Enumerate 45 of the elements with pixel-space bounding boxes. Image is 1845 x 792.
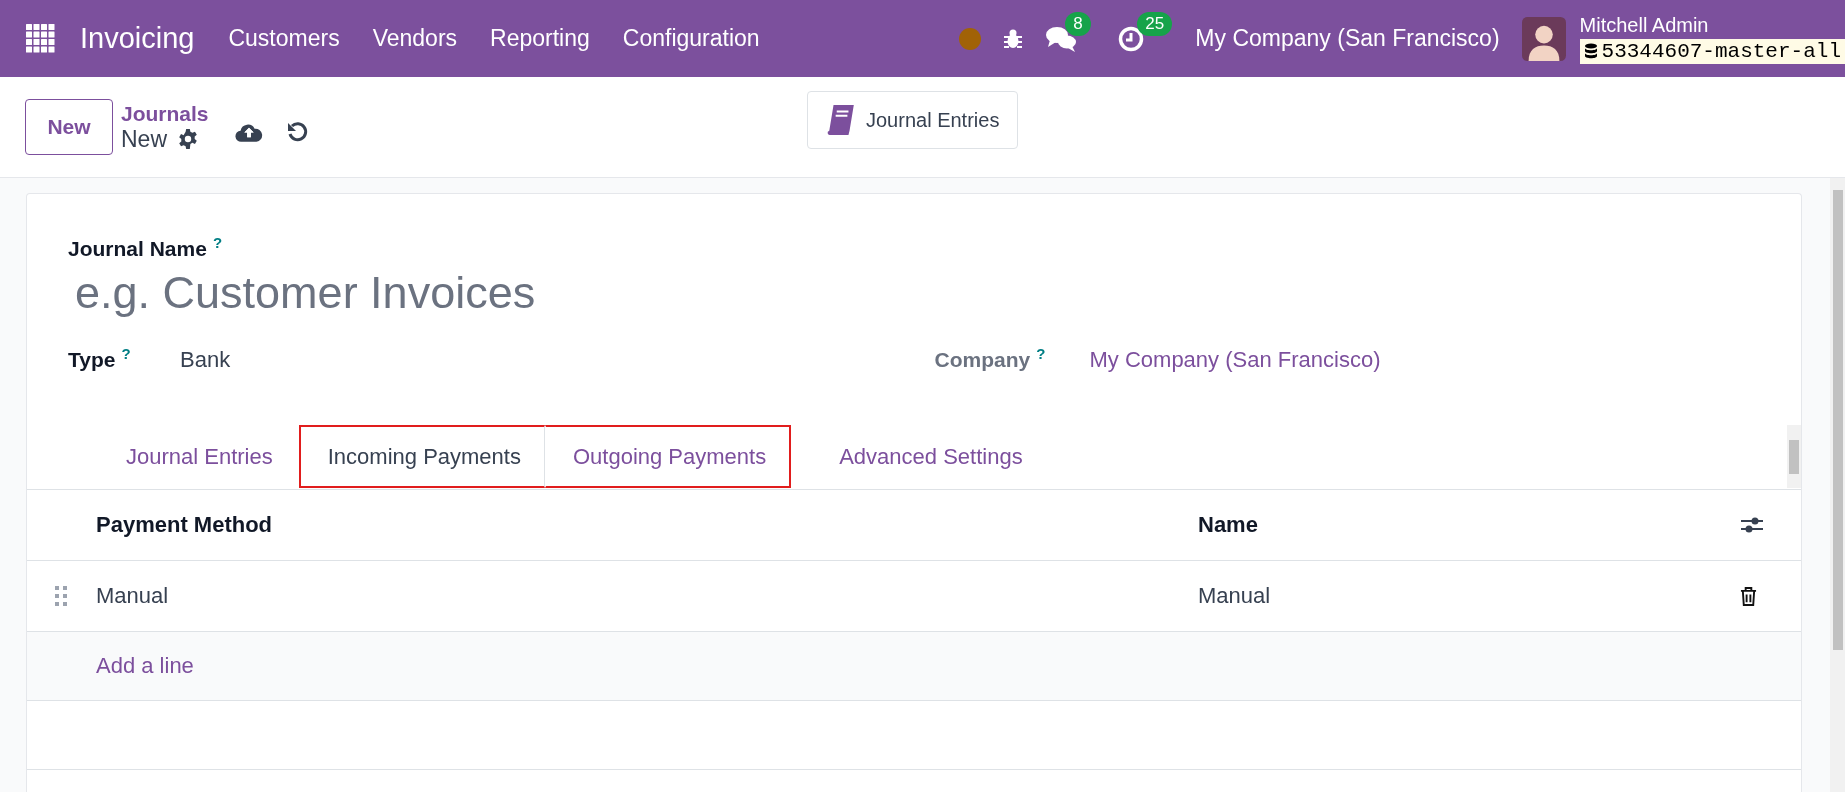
- user-avatar[interactable]: [1521, 16, 1566, 61]
- record-title: New: [121, 125, 167, 153]
- journal-entries-button[interactable]: Journal Entries: [807, 91, 1019, 149]
- company-link[interactable]: My Company (San Francisco): [1089, 347, 1381, 373]
- help-tooltip[interactable]: ?: [121, 345, 131, 362]
- database-icon: [1583, 43, 1598, 59]
- menu-item[interactable]: Reporting: [490, 25, 590, 52]
- app-name[interactable]: Invoicing: [80, 22, 195, 55]
- notebook-tab[interactable]: Incoming Payments: [298, 425, 545, 488]
- new-button[interactable]: New: [25, 99, 113, 155]
- field-label: Journal Name: [68, 237, 207, 260]
- trash-icon[interactable]: [1740, 586, 1757, 606]
- clock-icon[interactable]: [1117, 24, 1146, 53]
- company-switcher[interactable]: My Company (San Francisco): [1195, 25, 1500, 52]
- notebook-tab[interactable]: Advanced Settings: [811, 425, 1047, 488]
- book-icon: [826, 104, 856, 136]
- settings-icon[interactable]: [177, 128, 199, 150]
- notebook-tab[interactable]: Outgoing Payments: [544, 425, 792, 488]
- breadcrumb-link[interactable]: Journals: [121, 101, 209, 126]
- column-options-icon[interactable]: [1740, 515, 1764, 535]
- column-header[interactable]: Name: [1197, 490, 1739, 561]
- help-tooltip[interactable]: ?: [1036, 345, 1046, 362]
- message-count-badge: 8: [1065, 11, 1091, 36]
- field-label: Company: [934, 348, 1031, 371]
- scrollbar[interactable]: [1787, 425, 1801, 488]
- menu-item[interactable]: Vendors: [372, 25, 458, 52]
- activity-count-badge: 25: [1137, 11, 1173, 36]
- field-value[interactable]: Bank: [180, 347, 231, 373]
- help-tooltip[interactable]: ?: [212, 234, 223, 251]
- user-name[interactable]: Mitchell Admin: [1579, 13, 1845, 37]
- database-name: 53344607-master-all: [1601, 39, 1841, 63]
- field-label: Type: [68, 348, 116, 371]
- menu-item[interactable]: Configuration: [622, 25, 760, 52]
- scrollbar[interactable]: [1830, 178, 1845, 792]
- column-header[interactable]: Payment Method: [95, 490, 1197, 561]
- table-cell: Manual: [95, 560, 1197, 632]
- journal-name-input[interactable]: e.g. Customer Invoices: [49, 267, 901, 319]
- smart-button-label: Journal Entries: [866, 108, 1000, 132]
- menu-item[interactable]: Customers: [228, 25, 340, 52]
- notebook-tab[interactable]: Journal Entries: [98, 425, 297, 488]
- app-grid-icon[interactable]: [26, 23, 56, 54]
- table-cell: Manual: [1197, 560, 1739, 632]
- drag-handle-icon[interactable]: [55, 586, 67, 606]
- add-line-link[interactable]: Add a line: [96, 653, 194, 678]
- status-dot-icon[interactable]: [959, 27, 982, 50]
